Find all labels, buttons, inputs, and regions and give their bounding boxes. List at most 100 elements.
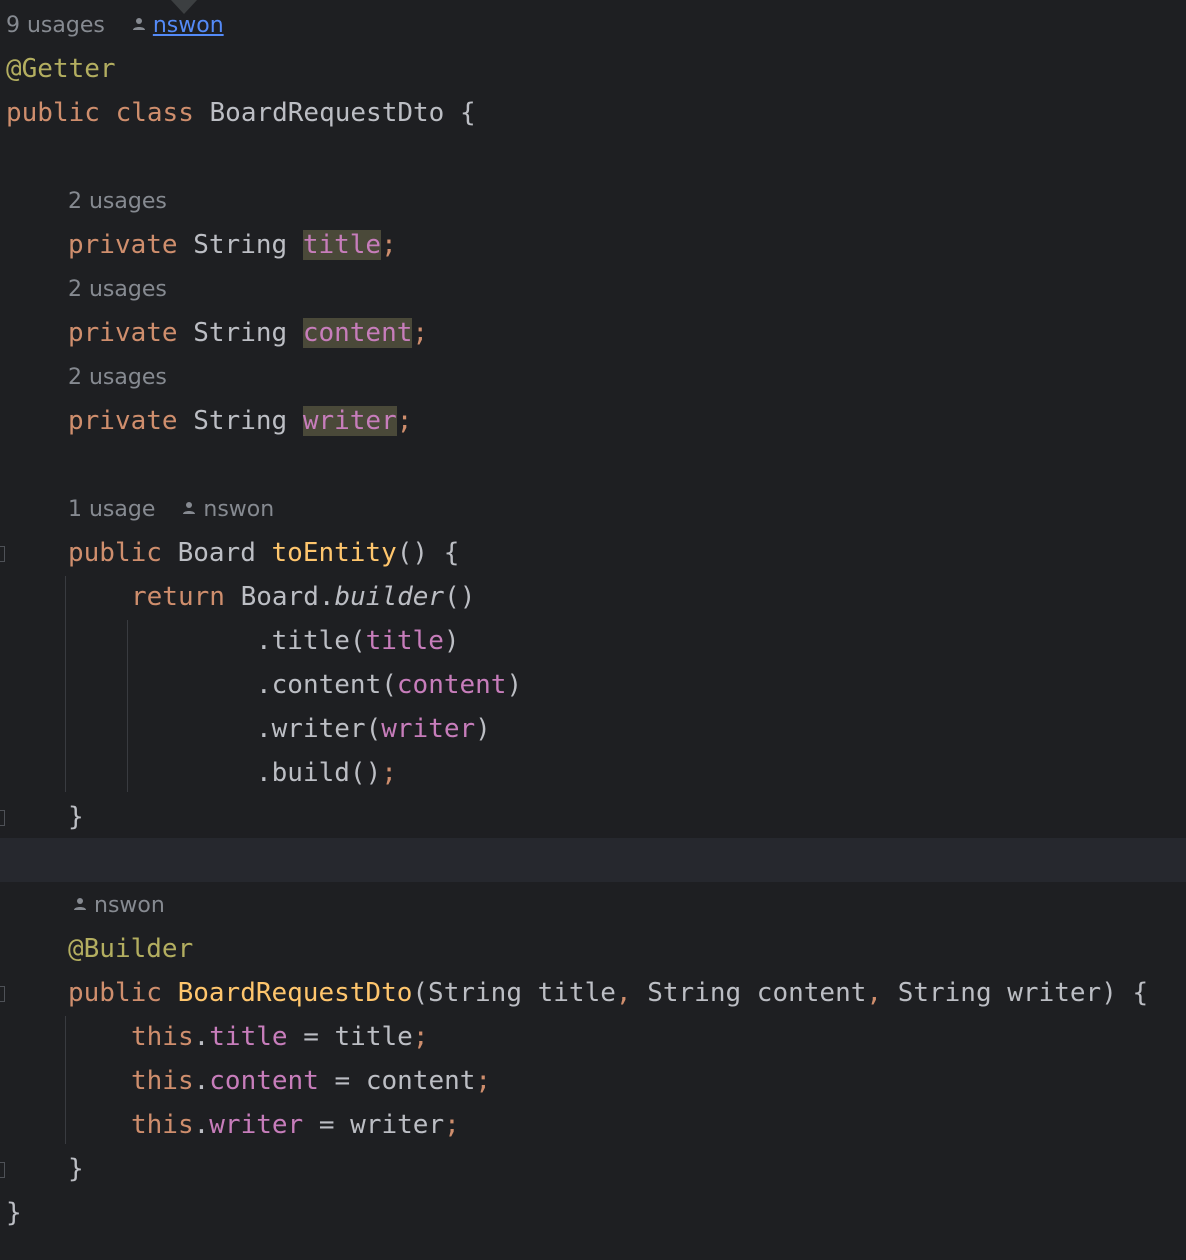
class-inlay-hint: 9 usages nswon [6,4,224,48]
field-inlay-hint: 2 usages [68,180,167,224]
author-hint[interactable]: nswon [94,893,165,918]
param: writer [1007,978,1102,1008]
constructor-name: BoardRequestDto [177,978,413,1008]
semicolon: ; [475,1066,492,1096]
keyword: class [115,98,194,128]
code-line: .writer(writer) [0,707,1186,751]
keyword: this [131,1110,194,1140]
keyword: public [68,538,162,568]
method-name: toEntity [271,538,397,568]
paren: ) [475,714,491,744]
brace: } [68,1154,84,1184]
code-line: this.title = title; [0,1015,1186,1059]
dot: . [193,1022,210,1052]
paren-brace: ) { [1101,978,1149,1008]
keyword: this [131,1066,194,1096]
usages-hint[interactable]: 1 usage [68,497,155,522]
type: String [647,978,742,1008]
dot: . [193,1066,210,1096]
keyword: private [68,318,178,348]
parens: () [396,538,429,568]
comma: , [615,978,632,1008]
comma: , [866,978,883,1008]
builder-method: .content( [256,670,397,700]
parens: () [444,582,476,612]
type: String [428,978,522,1008]
param-ref: title [334,1022,413,1052]
field-ref: writer [209,1110,304,1140]
builder-method: .writer( [256,714,382,744]
field-ref: content [209,1066,319,1096]
code-line: .title(title) [0,619,1186,663]
semicolon: ; [381,230,397,260]
semicolon: ; [444,1110,460,1140]
builder-call: builder [334,582,445,612]
semicolon: ; [412,1022,429,1052]
keyword: private [68,230,178,260]
field-writer: writer [302,406,397,436]
code-editor[interactable]: 9 usages nswon @Getter public class Board… [0,0,1186,1260]
code-line: private String title; [0,223,1186,267]
code-line: @Builder [0,927,1186,971]
keyword: this [131,1022,194,1052]
code-line: } [0,1147,1186,1191]
method-inlay-hint: 1 usage nswon [68,488,274,532]
user-icon [74,898,86,910]
brace: } [6,1198,22,1228]
code-line: this.writer = writer; [0,1103,1186,1147]
code-line: public BoardRequestDto(String title, Str… [0,971,1186,1015]
field-ref: title [365,626,444,656]
user-icon [132,18,145,30]
code-line: .content(content) [0,663,1186,707]
field-inlay-hint: 2 usages [68,356,167,400]
class-name: BoardRequestDto [209,98,445,128]
semicolon: ; [396,406,413,436]
semicolon: ; [412,318,429,348]
board-ref: Board. [240,582,335,612]
type: String [193,230,288,260]
param-ref: writer [350,1110,445,1140]
field-ref: writer [381,714,476,744]
code-line: } [0,1191,1186,1235]
usages-hint[interactable]: 2 usages [68,277,167,302]
getter-annotation: @Getter [6,54,116,84]
type: Board [177,538,256,568]
author-hint[interactable]: nswon [203,497,274,522]
code-line: private String writer; [0,399,1186,443]
field-ref: content [396,670,507,700]
builder-method: .build() [256,758,382,788]
field-ref: title [209,1022,288,1052]
code-line: } [0,795,1186,839]
type: String [897,978,992,1008]
keyword: return [131,582,225,612]
assign: = [318,1066,366,1096]
builder-annotation: @Builder [68,934,194,964]
brace: } [68,802,84,832]
user-icon [183,502,196,514]
builder-method: .title( [256,626,366,656]
dot: . [193,1110,210,1140]
constructor-inlay-hint: nswon [72,884,165,928]
assign: = [287,1022,335,1052]
type: String [193,406,288,436]
usages-hint[interactable]: 2 usages [68,189,167,214]
paren: ) [443,626,460,656]
field-title: title [302,230,382,260]
brace: { [459,98,476,128]
brace: { [443,538,460,568]
author-link[interactable]: nswon [153,13,224,38]
current-line-highlight [0,838,1186,882]
param-ref: content [365,1066,476,1096]
paren: ) [506,670,523,700]
field-content: content [302,318,413,348]
code-line: this.content = content; [0,1059,1186,1103]
assign: = [303,1110,351,1140]
code-line: @Getter [0,47,1186,91]
code-line: return Board.builder() [0,575,1186,619]
usages-hint[interactable]: 2 usages [68,365,167,390]
code-line: public class BoardRequestDto { [0,91,1186,135]
keyword: public [68,978,162,1008]
param: title [537,978,616,1008]
usages-hint[interactable]: 9 usages [6,13,105,38]
param: content [756,978,867,1008]
